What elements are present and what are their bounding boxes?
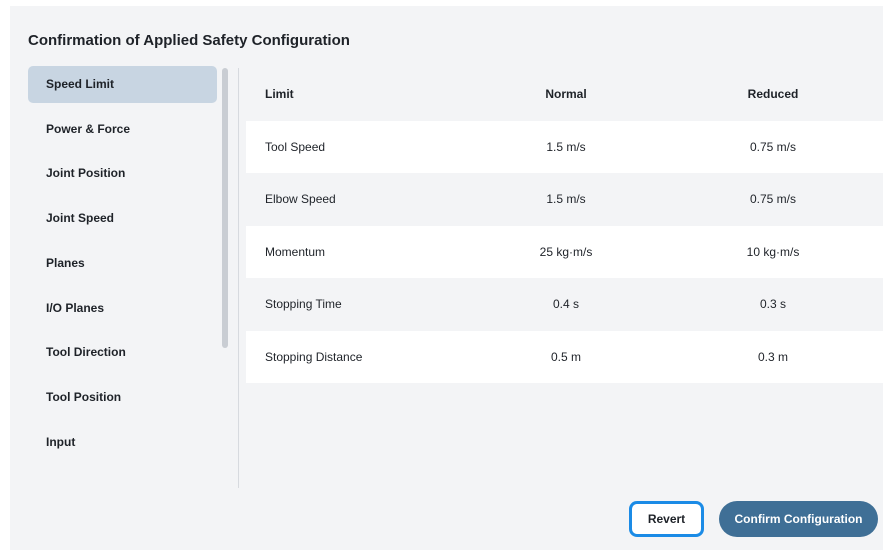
sidebar-nav: Speed Limit Power & Force Joint Position… — [28, 66, 218, 486]
row-reduced-value: 0.75 m/s — [749, 192, 797, 207]
table-row: Stopping Distance 0.5 m 0.3 m — [246, 330, 883, 383]
row-limit-name: Elbow Speed — [265, 192, 336, 207]
row-reduced-value: 0.3 m — [757, 349, 788, 364]
sidebar-item-speed-limit[interactable]: Speed Limit — [28, 66, 217, 103]
sidebar-item-power-force[interactable]: Power & Force — [28, 111, 217, 148]
header-normal: Normal — [545, 87, 587, 102]
table-row: Tool Speed 1.5 m/s 0.75 m/s — [246, 120, 883, 173]
sidebar-divider — [238, 68, 239, 488]
row-normal-value: 1.5 m/s — [546, 192, 586, 207]
header-limit: Limit — [265, 87, 294, 102]
row-normal-value: 0.5 m — [550, 349, 581, 364]
table-row: Momentum 25 kg·m/s 10 kg·m/s — [246, 225, 883, 278]
sidebar-item-input[interactable]: Input — [28, 424, 217, 461]
row-reduced-value: 0.75 m/s — [749, 139, 797, 154]
sidebar-item-io-planes[interactable]: I/O Planes — [28, 290, 217, 327]
sidebar-item-joint-speed[interactable]: Joint Speed — [28, 200, 217, 237]
sidebar-item-planes[interactable]: Planes — [28, 245, 217, 282]
table-row: Elbow Speed 1.5 m/s 0.75 m/s — [246, 173, 883, 226]
row-reduced-value: 10 kg·m/s — [746, 244, 800, 259]
row-normal-value: 25 kg·m/s — [539, 244, 593, 259]
row-normal-value: 1.5 m/s — [546, 139, 586, 154]
row-reduced-value: 0.3 s — [759, 297, 786, 312]
sidebar-item-tool-position[interactable]: Tool Position — [28, 379, 217, 416]
safety-config-dialog: Confirmation of Applied Safety Configura… — [10, 6, 883, 550]
sidebar-item-joint-position[interactable]: Joint Position — [28, 155, 217, 192]
table-header-row: Limit Normal Reduced — [246, 68, 883, 121]
limits-table: Limit Normal Reduced Tool Speed 1.5 m/s … — [246, 68, 883, 383]
sidebar-item-tool-direction[interactable]: Tool Direction — [28, 334, 217, 371]
revert-button[interactable]: Revert — [629, 501, 704, 537]
dialog-title: Confirmation of Applied Safety Configura… — [28, 32, 350, 49]
confirm-configuration-button[interactable]: Confirm Configuration — [719, 501, 878, 537]
row-limit-name: Momentum — [265, 244, 326, 259]
row-normal-value: 0.4 s — [552, 297, 579, 312]
header-reduced: Reduced — [747, 87, 799, 102]
sidebar-scrollbar[interactable] — [222, 68, 228, 348]
row-limit-name: Tool Speed — [265, 139, 326, 154]
row-limit-name: Stopping Time — [265, 297, 342, 312]
row-limit-name: Stopping Distance — [265, 349, 363, 364]
table-row: Stopping Time 0.4 s 0.3 s — [246, 278, 883, 331]
